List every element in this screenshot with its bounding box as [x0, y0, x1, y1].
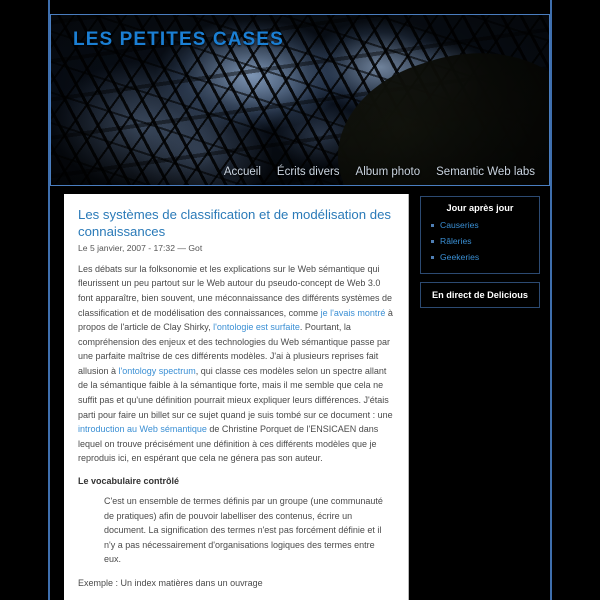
section-quote-vocabulaire-controle: C'est un ensemble de termes définis par …	[104, 495, 383, 565]
section-heading-vocabulaire-controle: Le vocabulaire contrôlé	[78, 475, 180, 486]
sidebar-block-title: Jour après jour	[446, 203, 514, 213]
list-item[interactable]: Geekeries	[431, 250, 533, 266]
sidebar-block-delicious: En direct de Delicious	[420, 281, 540, 308]
main-navigation: Accueil Écrits divers Album photo Semant…	[224, 166, 535, 178]
inline-link-ontology-spectrum[interactable]: l'ontology spectrum	[119, 366, 196, 376]
page-root: LES PETITES CASES Accueil Écrits divers …	[0, 0, 600, 600]
sidebar-link-raleries[interactable]: Râleries	[440, 236, 472, 246]
nav-item-semantic-web-labs[interactable]: Semantic Web labs	[436, 166, 535, 178]
sidebar-link-geekeries[interactable]: Geekeries	[440, 252, 479, 262]
list-item[interactable]: Causeries	[431, 218, 533, 234]
sidebar: Jour après jour Causeries Râleries Geeke…	[420, 196, 540, 316]
inline-link-javais-montre[interactable]: je l'avais montré	[321, 308, 386, 318]
list-item[interactable]: Râleries	[431, 234, 533, 250]
inline-link-introduction-web-semantique[interactable]: introduction au Web sémantique	[78, 424, 207, 434]
nav-item-ecrits-divers[interactable]: Écrits divers	[277, 166, 340, 178]
nav-item-album-photo[interactable]: Album photo	[356, 166, 421, 178]
article-intro-paragraph: Les débats sur la folksonomie et les exp…	[78, 262, 394, 466]
main-content-column: Les systèmes de classification et de mod…	[64, 194, 409, 600]
frame-right-border	[550, 0, 552, 600]
sidebar-link-causeries[interactable]: Causeries	[440, 220, 479, 230]
site-title[interactable]: LES PETITES CASES	[73, 29, 284, 51]
site-header-banner: LES PETITES CASES Accueil Écrits divers …	[50, 14, 550, 186]
inline-link-ontologie-surfaite[interactable]: l'ontologie est surfaite	[213, 322, 300, 332]
article-meta: Le 5 janvier, 2007 - 17:32 — Got	[78, 242, 203, 253]
sidebar-link-list: Causeries Râleries Geekeries	[421, 218, 539, 273]
sidebar-block-title: En direct de Delicious	[432, 289, 528, 300]
sidebar-block-jour-apres-jour: Jour après jour Causeries Râleries Geeke…	[420, 196, 540, 274]
nav-item-accueil[interactable]: Accueil	[224, 166, 261, 178]
article-title[interactable]: Les systèmes de classification et de mod…	[78, 206, 394, 241]
section-example-vocabulaire-controle: Exemple : Un index matières dans un ouvr…	[78, 577, 263, 588]
